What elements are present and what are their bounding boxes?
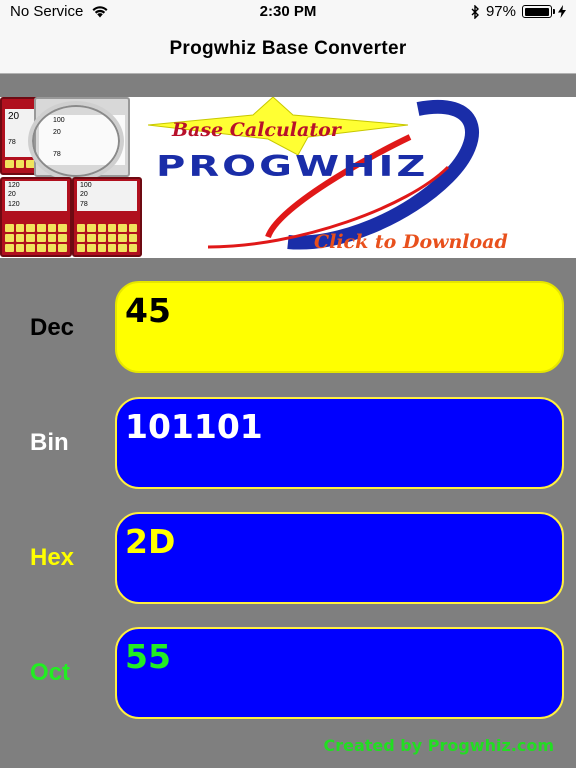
- battery-percent: 97%: [485, 3, 516, 20]
- navigation-bar: Progwhiz Base Converter: [0, 24, 576, 74]
- hex-input[interactable]: 2D: [115, 512, 564, 604]
- bluetooth-icon: [471, 4, 479, 19]
- battery-icon: [522, 5, 555, 18]
- mini-calc-screen: 120 20 120: [5, 181, 67, 211]
- mini-calc-value: 120: [8, 182, 20, 189]
- hex-label: Hex: [30, 544, 75, 571]
- ad-banner[interactable]: 20 78 100 20 78 120 20 120 100 20 78 Bas…: [0, 97, 576, 258]
- mini-calc-value: 100: [80, 182, 92, 189]
- bin-label: Bin: [30, 429, 69, 456]
- mini-calc-value: 20: [8, 111, 20, 122]
- mini-calc-value: 120: [8, 201, 20, 208]
- magnifier-icon: [28, 101, 124, 181]
- battery-level-fill: [524, 7, 549, 16]
- bin-input[interactable]: 101101: [115, 397, 564, 489]
- calculator-preview-image: 120 20 120: [0, 177, 72, 257]
- charging-icon: [558, 5, 566, 18]
- page-title: Progwhiz Base Converter: [169, 37, 407, 59]
- banner-subtitle: Base Calculator: [172, 119, 341, 141]
- dec-label: Dec: [30, 314, 75, 341]
- oct-label: Oct: [30, 659, 71, 686]
- mini-calc-value: 78: [80, 201, 88, 208]
- mini-calc-value: 78: [8, 139, 16, 146]
- oct-input[interactable]: 55: [115, 627, 564, 719]
- mini-calc-keys: [77, 224, 137, 252]
- status-bar: No Service 2:30 PM 97%: [0, 0, 576, 24]
- status-right: 97%: [471, 3, 566, 20]
- mini-calc-screen: 100 20 78: [77, 181, 137, 211]
- mini-calc-value: 20: [80, 191, 88, 198]
- dec-input[interactable]: 45: [115, 281, 564, 373]
- banner-download-link[interactable]: Click to Download: [314, 231, 508, 253]
- calculator-preview-image: 100 20 78: [72, 177, 142, 257]
- banner-brand: ProgWhiz: [156, 151, 429, 184]
- mini-calc-keys: [5, 224, 67, 252]
- mini-calc-value: 20: [8, 191, 16, 198]
- footer-credit-link[interactable]: Created by Progwhiz.com: [323, 736, 554, 755]
